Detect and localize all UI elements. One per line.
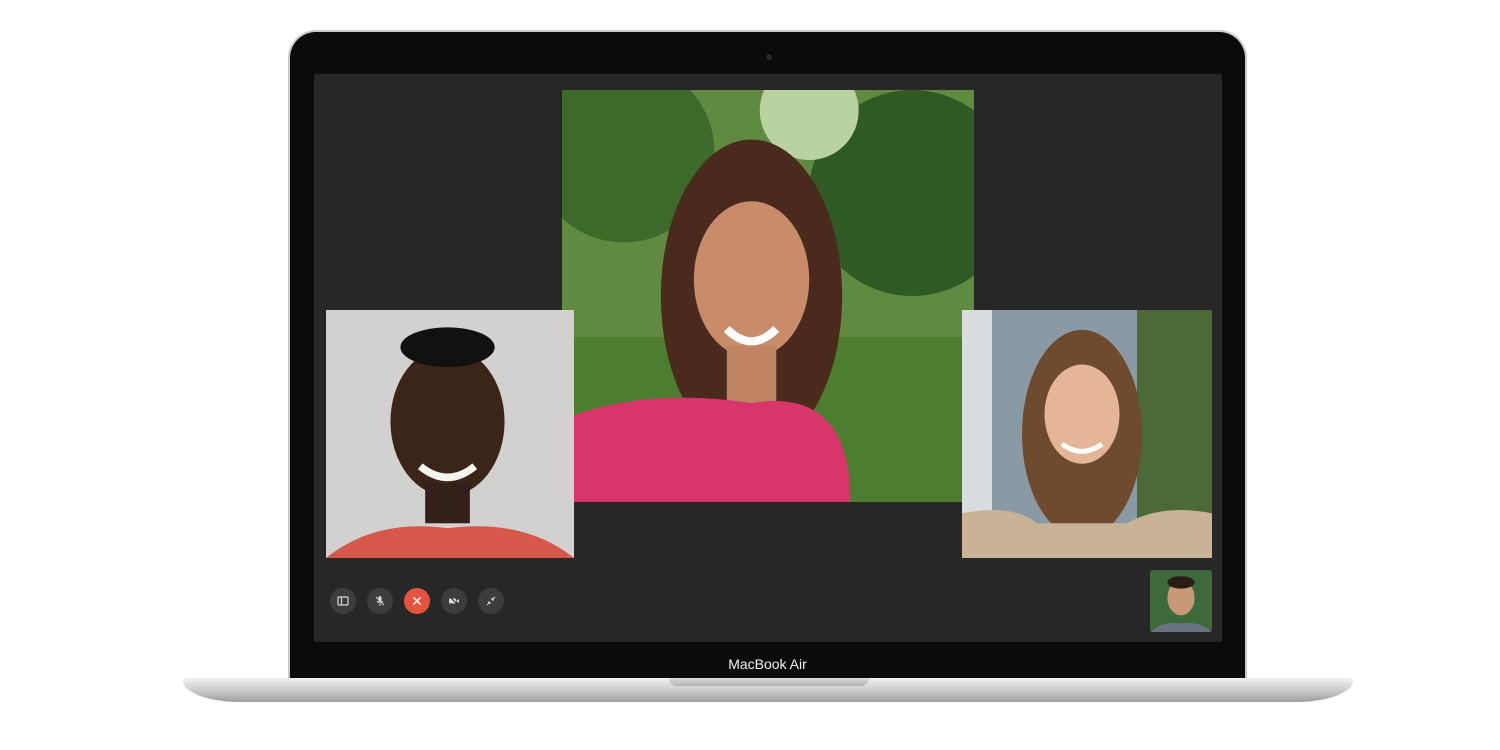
laptop-base xyxy=(183,678,1353,702)
participant-tile-right[interactable] xyxy=(962,310,1212,558)
mute-button[interactable] xyxy=(367,588,393,614)
facetime-window: ✕ xyxy=(314,74,1222,642)
microphone-mute-icon xyxy=(375,596,385,606)
self-preview-video xyxy=(1150,570,1212,632)
call-controls: ✕ xyxy=(330,588,504,614)
participant-tile-left[interactable] xyxy=(326,310,574,558)
close-icon: ✕ xyxy=(411,592,423,609)
laptop-hinge-notch xyxy=(669,678,869,686)
participant-video-center xyxy=(562,90,974,502)
fullscreen-button[interactable] xyxy=(478,588,504,614)
collapse-arrows-icon xyxy=(486,596,496,606)
webcam-dot xyxy=(766,54,772,60)
end-call-button[interactable]: ✕ xyxy=(404,588,430,614)
laptop-model-label: MacBook Air xyxy=(728,656,807,672)
participant-video-left xyxy=(326,310,574,558)
participant-video-right xyxy=(962,310,1212,558)
laptop-lid: ✕ MacBook Air xyxy=(290,32,1245,682)
video-camera-off-icon xyxy=(449,596,459,606)
self-preview-tile[interactable] xyxy=(1150,570,1212,632)
sidebar-icon xyxy=(337,596,349,606)
camera-button[interactable] xyxy=(441,588,467,614)
participant-tile-center[interactable] xyxy=(562,90,974,502)
sidebar-button[interactable] xyxy=(330,588,356,614)
